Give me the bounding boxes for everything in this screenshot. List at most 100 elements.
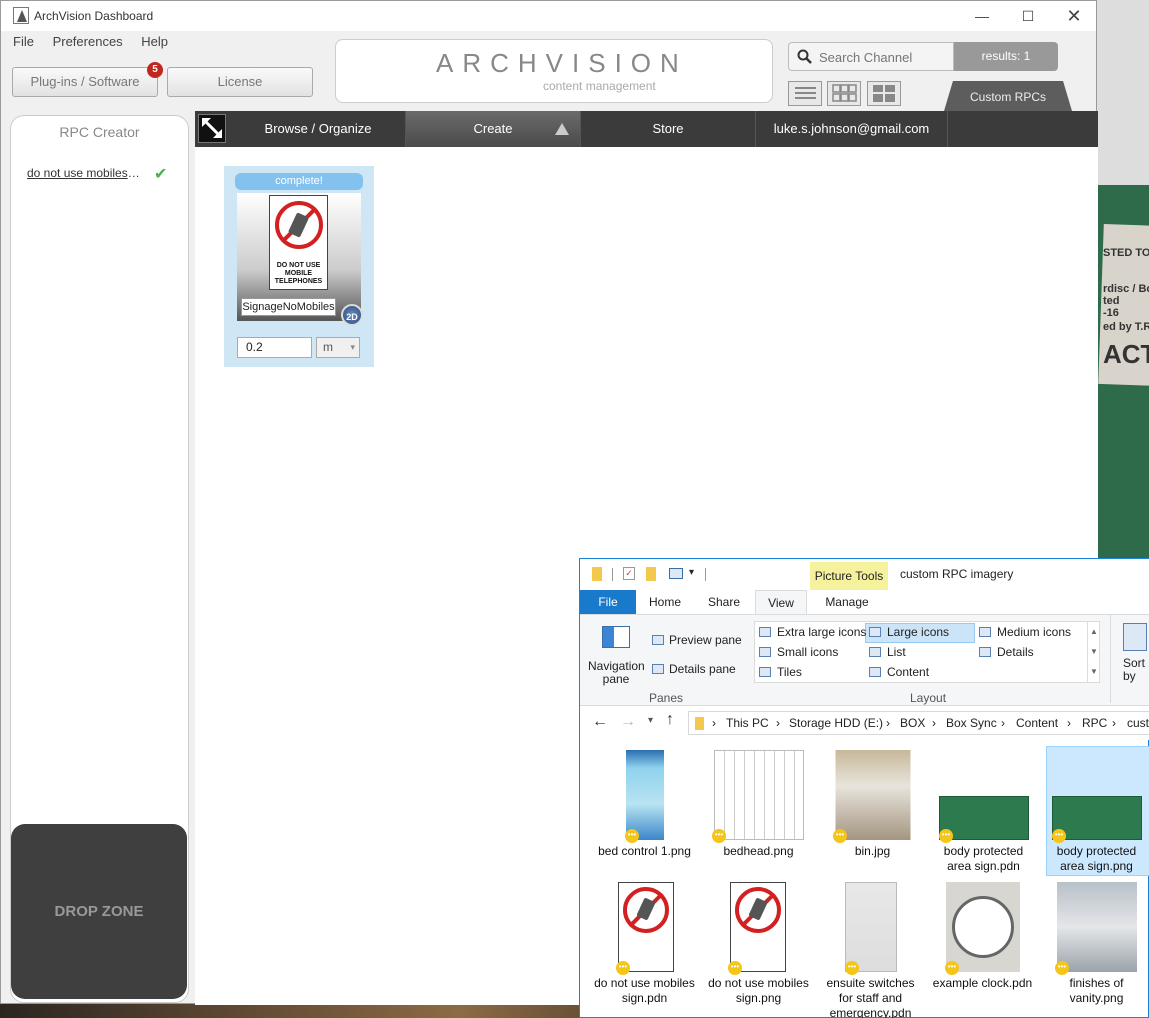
breadcrumb-storage-hdd[interactable]: Storage HDD (E:) (789, 716, 883, 730)
grid-view-icon[interactable] (827, 81, 861, 106)
brand-banner: ARCHVISION content management (335, 39, 773, 103)
file-item[interactable]: ••• finishes of vanity.png (1044, 882, 1149, 1016)
rpc-item-link[interactable]: do not use mobiles s... (27, 166, 142, 180)
details-pane-icon (652, 664, 664, 674)
group-divider (1110, 615, 1111, 703)
title-bar: ArchVision Dashboard — ☐ ✕ (1, 1, 1096, 31)
expand-icon[interactable] (198, 114, 226, 143)
layout-small-icons[interactable]: Small icons (777, 645, 838, 659)
file-item[interactable]: ••• bin.jpg (820, 750, 925, 878)
properties-icon[interactable]: ✓ (623, 567, 635, 580)
folder-icon[interactable] (592, 567, 602, 581)
file-name: bedhead.png (723, 844, 794, 858)
rename-icon[interactable] (669, 568, 683, 579)
address-row: ← → ▾ ↑ › This PC › Storage HDD (E:) › B… (580, 706, 1149, 740)
tab-home[interactable]: Home (640, 590, 690, 614)
sync-status-icon: ••• (845, 961, 859, 975)
file-name: do not use mobiles sign.png (708, 976, 809, 1005)
tab-browse-organize[interactable]: Browse / Organize (231, 111, 406, 147)
file-name: body protected area sign.png (1056, 844, 1137, 873)
sort-by-button[interactable]: Sort by (1123, 657, 1149, 683)
menu-preferences[interactable]: Preferences (53, 34, 123, 49)
quick-access-dropdown-icon[interactable]: ▾ (689, 567, 694, 578)
navigation-pane-button[interactable]: Navigation pane (588, 660, 645, 686)
breadcrumb-box[interactable]: BOX (900, 716, 925, 730)
details-pane-button[interactable]: Details pane (669, 662, 736, 676)
minimize-button[interactable]: — (959, 1, 1005, 31)
file-thumbnail (618, 882, 674, 972)
file-item[interactable]: ••• example clock.pdn (930, 882, 1035, 1016)
tab-manage[interactable]: Manage (813, 590, 881, 614)
layout-tiles[interactable]: Tiles (777, 665, 802, 679)
file-name: body protected area sign.pdn (943, 844, 1024, 873)
breadcrumb-rpc[interactable]: RPC (1082, 716, 1107, 730)
menu-file[interactable]: File (13, 34, 34, 49)
layout-extra-large-icons[interactable]: Extra large icons (777, 625, 866, 639)
file-item[interactable]: ••• body protected area sign.pdn (931, 750, 1036, 878)
content-icon (869, 667, 881, 677)
breadcrumb-custom[interactable]: cust (1127, 716, 1149, 730)
breadcrumb-content[interactable]: Content (1016, 716, 1058, 730)
tab-store[interactable]: Store (581, 111, 756, 147)
license-button[interactable]: License (167, 67, 313, 97)
plugins-button[interactable]: Plug-ins / Software (12, 67, 158, 97)
up-arrow-icon[interactable]: ↑ (666, 711, 674, 729)
collapse-arrow-icon[interactable] (555, 123, 569, 135)
extra-large-icons-icon (759, 627, 771, 637)
sync-status-icon: ••• (833, 829, 847, 843)
user-account[interactable]: luke.s.johnson@gmail.com (756, 111, 948, 147)
thumbnail-view-icon[interactable] (867, 81, 901, 106)
layout-group-label: Layout (910, 691, 947, 705)
preview-pane-icon (652, 635, 664, 645)
layout-details[interactable]: Details (997, 645, 1034, 659)
rpc-card[interactable]: complete! DO NOT USE MOBILE TELEPHONES S… (224, 166, 374, 367)
desktop-note-line: -16 (1103, 307, 1119, 319)
separator (612, 568, 613, 581)
unit-select[interactable]: m (316, 337, 360, 358)
no-mobile-sign-image: DO NOT USE MOBILE TELEPHONES (269, 195, 328, 290)
recent-locations-icon[interactable]: ▾ (648, 715, 653, 726)
navigation-pane-icon[interactable] (602, 626, 630, 648)
file-item[interactable]: ••• bed control 1.png (592, 750, 697, 878)
separator (705, 568, 706, 581)
breadcrumb-box-sync[interactable]: Box Sync (946, 716, 997, 730)
new-folder-icon[interactable] (646, 567, 656, 581)
search-icon (797, 49, 812, 64)
file-item[interactable]: ••• do not use mobiles sign.png (706, 882, 811, 1016)
main-nav: Browse / Organize Create Store luke.s.jo… (195, 111, 1098, 147)
layout-medium-icons[interactable]: Medium icons (997, 625, 1071, 639)
sync-status-icon: ••• (1052, 829, 1066, 843)
file-name: example clock.pdn (932, 976, 1033, 990)
breadcrumb-this-pc[interactable]: This PC (726, 716, 769, 730)
file-item[interactable]: ••• ensuite switches for staff and emerg… (818, 882, 923, 1018)
file-name: ensuite switches for staff and emergency… (826, 976, 915, 1018)
folder-icon (695, 717, 704, 730)
forward-arrow-icon[interactable]: → (620, 713, 636, 731)
file-item[interactable]: ••• bedhead.png (706, 750, 811, 878)
layout-large-icons[interactable]: Large icons (887, 625, 949, 639)
list-view-icon[interactable] (788, 81, 822, 106)
size-input[interactable]: 0.2 (237, 337, 312, 358)
maximize-button[interactable]: ☐ (1005, 1, 1051, 31)
back-arrow-icon[interactable]: ← (592, 713, 608, 731)
tab-share[interactable]: Share (698, 590, 750, 614)
rpc-name-field[interactable]: SignageNoMobiles (241, 298, 336, 316)
file-item[interactable]: ••• do not use mobiles sign.pdn (592, 882, 697, 1016)
gallery-scroll-icon[interactable]: ▲ ▼ ▼ (1087, 622, 1100, 682)
layout-content[interactable]: Content (887, 665, 929, 679)
menu-bar: File Preferences Help (13, 34, 183, 49)
tab-view[interactable]: View (755, 590, 807, 615)
preview-pane-button[interactable]: Preview pane (669, 633, 742, 647)
tab-file[interactable]: File (580, 590, 636, 614)
close-button[interactable]: ✕ (1051, 1, 1097, 31)
sync-status-icon: ••• (945, 961, 959, 975)
tab-custom-rpcs[interactable]: Custom RPCs (944, 81, 1072, 111)
small-icons-icon (759, 647, 771, 657)
file-thumbnail (844, 882, 897, 972)
file-item[interactable]: ••• body protected area sign.png (1044, 750, 1149, 878)
menu-help[interactable]: Help (141, 34, 168, 49)
search-input[interactable] (819, 48, 949, 66)
drop-zone[interactable]: DROP ZONE (11, 824, 187, 999)
layout-list[interactable]: List (887, 645, 906, 659)
desktop-note-line: ACTI (1103, 339, 1149, 369)
